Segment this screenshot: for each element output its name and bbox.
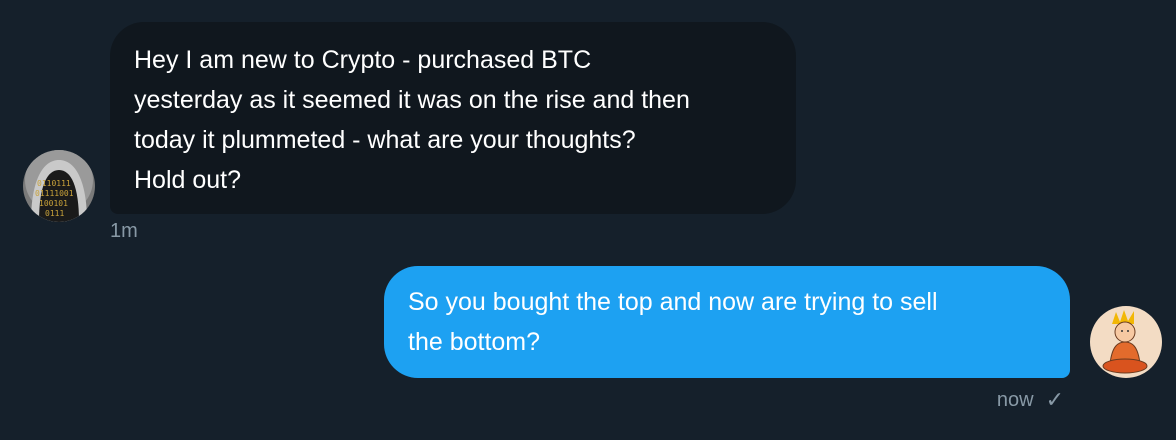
own-avatar[interactable] <box>1090 306 1162 378</box>
meditating-monk-avatar-icon <box>1090 306 1162 378</box>
svg-text:100101: 100101 <box>39 199 68 208</box>
svg-text:01111001: 01111001 <box>35 189 74 198</box>
svg-text:0111: 0111 <box>45 209 64 218</box>
outgoing-message-bubble[interactable]: So you bought the top and now are trying… <box>384 266 1070 378</box>
incoming-message-bubble[interactable]: Hey I am new to Crypto - purchased BTC y… <box>110 22 796 214</box>
hooded-binary-avatar-icon: 0110111 01111001 100101 0111 <box>23 150 95 222</box>
outgoing-message-timestamp: now <box>996 388 1034 411</box>
svg-text:0110111: 0110111 <box>37 179 71 188</box>
incoming-message-timestamp: 1m <box>110 220 138 242</box>
sender-avatar[interactable]: 0110111 01111001 100101 0111 <box>23 150 95 222</box>
outgoing-message-meta: now ✓ <box>997 387 1064 413</box>
checkmark-icon: ✓ <box>1045 387 1064 412</box>
